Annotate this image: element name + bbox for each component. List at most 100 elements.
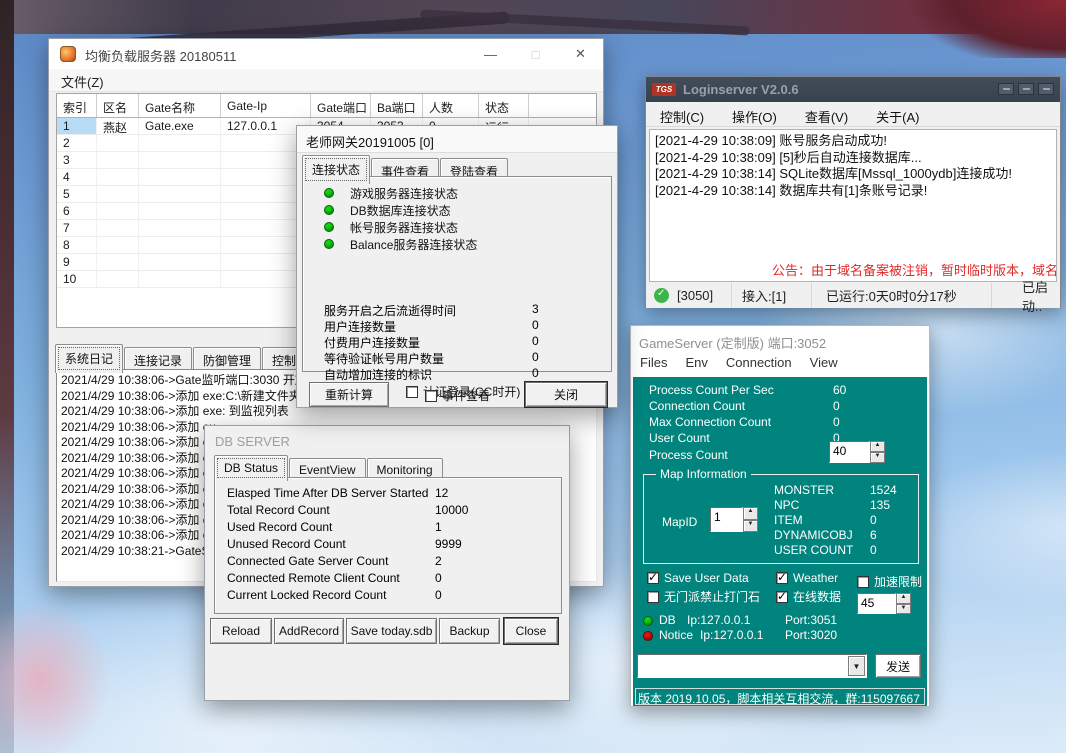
map-stat-row: NPC 135 xyxy=(774,498,914,514)
gateway-titlebar[interactable]: 老师网关20191005 [0] xyxy=(297,126,617,153)
gateway-window-title: 老师网关20191005 [0] xyxy=(297,126,617,151)
menu-connection[interactable]: Connection xyxy=(726,352,792,370)
green-status-dot xyxy=(324,239,334,249)
maximize-button[interactable]: □ xyxy=(513,39,558,69)
loginserver-window: TGS Loginserver V2.0.6 控制(C) 操作(O) 查看(V) 关于… xyxy=(645,76,1061,308)
menu-control[interactable]: 控制(C) xyxy=(660,102,704,126)
gameserver-menubar: Files Env Connection View xyxy=(631,352,929,376)
wallpaper-left-art xyxy=(0,0,14,753)
balancer-app-icon xyxy=(60,46,76,62)
cell-zone xyxy=(97,271,139,287)
minimize-button[interactable]: — xyxy=(468,39,513,69)
mapid-stepper[interactable]: 1 ▲▼ xyxy=(710,507,758,532)
menu-operate[interactable]: 操作(O) xyxy=(732,102,777,126)
db-name: DB xyxy=(659,613,676,627)
cell-index: 8 xyxy=(57,237,97,253)
gameserver-window-title[interactable]: GameServer (定制版) 端口:3052 xyxy=(631,326,929,352)
menu-view[interactable]: View xyxy=(810,352,838,370)
gate-table-header-cell: 区名 xyxy=(97,94,139,117)
chevron-down-icon[interactable]: ▼ xyxy=(848,656,865,676)
stat-row: Connection Count 0 xyxy=(649,399,909,415)
stepper-arrows: ▲▼ xyxy=(870,441,885,463)
db-status-dot xyxy=(643,616,653,626)
speed-limit-checkbox[interactable]: 加速限制 xyxy=(857,573,922,590)
maximize-button[interactable] xyxy=(1018,83,1034,95)
gate-table-header-cell: 索引 xyxy=(57,94,97,117)
status-label: 游戏服务器连接状态 xyxy=(350,185,458,202)
loginserver-menubar: 控制(C) 操作(O) 查看(V) 关于(A) xyxy=(646,102,1060,127)
online-data-stepper-value: 45 xyxy=(857,593,896,614)
menu-file[interactable]: 文件(Z) xyxy=(49,69,110,91)
stat-value: 1 xyxy=(435,520,442,534)
backup-button[interactable]: Backup xyxy=(439,618,500,644)
save-user-data-checkbox[interactable]: Save User Data xyxy=(647,571,749,585)
stepper-arrows: ▲▼ xyxy=(896,593,911,614)
tab-db-status[interactable]: DB Status xyxy=(214,455,288,481)
map-stat-label: MONSTER xyxy=(774,483,834,497)
online-data-stepper[interactable]: 45 ▲▼ xyxy=(857,593,911,614)
stat-row: 服务开启之后流逝得时间 3 xyxy=(324,302,604,318)
tab-system-log[interactable]: 系统日记 xyxy=(55,344,123,373)
balancer-window-title: 均衡负载服务器 20180511 xyxy=(85,46,237,65)
cell-gate-name xyxy=(139,271,221,287)
stat-row: Max Connection Count 0 xyxy=(649,415,909,431)
balancer-titlebar[interactable]: 均衡负载服务器 20180511 — □ ✕ xyxy=(49,39,603,69)
online-data-checkbox[interactable]: 在线数据 xyxy=(776,588,841,605)
green-status-dot xyxy=(324,188,334,198)
loginserver-titlebar[interactable]: TGS Loginserver V2.0.6 xyxy=(646,77,1060,102)
log-line: [2021-4-29 10:38:14] SQLite数据库[Mssql_100… xyxy=(655,166,1051,183)
map-stat-value: 1524 xyxy=(870,483,897,497)
stat-value: 10000 xyxy=(435,503,468,517)
dbserver-tab-page: Elasped Time After DB Server Started 12 … xyxy=(214,477,562,614)
stat-label: Unused Record Count xyxy=(227,537,346,551)
close-dialog-button[interactable]: 关闭 xyxy=(525,382,607,407)
send-button[interactable]: 发送 xyxy=(875,654,921,678)
process-count-value: 40 xyxy=(829,441,870,463)
menu-files[interactable]: Files xyxy=(640,352,667,370)
close-button[interactable] xyxy=(1038,83,1054,95)
minimize-button[interactable] xyxy=(998,83,1014,95)
menu-env[interactable]: Env xyxy=(685,352,707,370)
process-count-stepper[interactable]: 40 ▲▼ xyxy=(829,441,885,463)
recalculate-button[interactable]: 重新计算 xyxy=(309,382,389,407)
stat-row: Process Count Per Sec 60 xyxy=(649,383,909,399)
menu-view[interactable]: 查看(V) xyxy=(805,102,848,126)
gateway-window: 老师网关20191005 [0] 连接状态事件查看登陆查看 游戏服务器连接状态 … xyxy=(296,125,618,408)
statusbar-port-segment: [3050] xyxy=(646,283,732,308)
down-arrow-icon: ▼ xyxy=(743,520,758,533)
cell-gate-name xyxy=(139,254,221,270)
command-combobox[interactable]: ▼ xyxy=(637,654,867,678)
status-label: DB数据库连接状态 xyxy=(350,202,451,219)
addrecord-button[interactable]: AddRecord xyxy=(274,618,344,644)
menu-about[interactable]: 关于(A) xyxy=(876,102,919,126)
gameserver-statusbar: 版本 2019.10.05，脚本相关互相交流，群:115097667 xyxy=(635,688,925,705)
desktop: 均衡负载服务器 20180511 — □ ✕ 文件(Z) 索引区名Gate名称G… xyxy=(0,0,1066,753)
close-button[interactable]: ✕ xyxy=(558,39,603,69)
map-stat-value: 135 xyxy=(870,498,890,512)
status-row: DB数据库连接状态 xyxy=(303,202,603,218)
stat-label: 等待验证帐号用户数量 xyxy=(324,350,444,367)
wallpaper-top-branches xyxy=(0,0,1066,34)
tab-connection-status[interactable]: 连接状态 xyxy=(302,155,370,184)
cell-gate-name xyxy=(139,237,221,253)
event-view-checkbox[interactable]: 事件查看 xyxy=(425,387,490,404)
close-button[interactable]: Close xyxy=(504,618,558,644)
save-today-button[interactable]: Save today.sdb xyxy=(346,618,437,644)
map-stat-row: USER COUNT 0 xyxy=(774,543,914,559)
log-line: [2021-4-29 10:38:09] [5]秒后自动连接数据库... xyxy=(655,150,1051,167)
db-ip: Ip:127.0.0.1 xyxy=(687,613,750,627)
dbserver-window-title[interactable]: DB SERVER xyxy=(205,426,569,449)
map-stat-value: 0 xyxy=(870,513,877,527)
gate-table-header-cell: Gate-Ip xyxy=(221,94,311,117)
cell-zone xyxy=(97,186,139,202)
map-stat-label: ITEM xyxy=(774,513,803,527)
cell-index: 9 xyxy=(57,254,97,270)
cell-gate-name: Gate.exe xyxy=(139,118,221,134)
stat-value: 0 xyxy=(532,350,539,364)
weather-checkbox[interactable]: Weather xyxy=(776,571,838,585)
cell-zone xyxy=(97,220,139,236)
cell-index: 5 xyxy=(57,186,97,202)
reload-button[interactable]: Reload xyxy=(210,618,272,644)
down-arrow-icon: ▼ xyxy=(896,604,911,615)
no-guild-checkbox[interactable]: 无门派禁止打门石 xyxy=(647,588,760,605)
